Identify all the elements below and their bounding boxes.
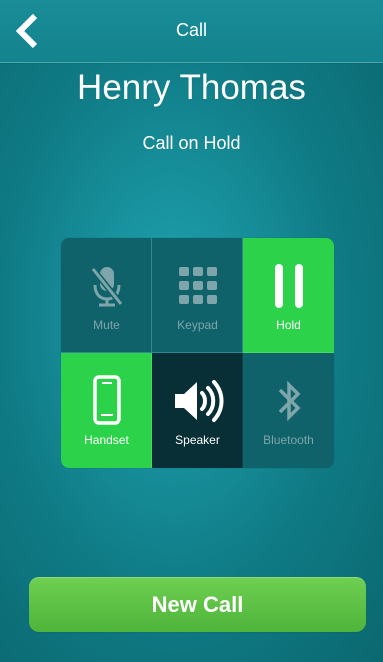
smartphone-icon bbox=[61, 375, 152, 425]
caller-name: Henry Thomas bbox=[77, 68, 306, 107]
pause-icon bbox=[243, 262, 334, 310]
keypad-label: Keypad bbox=[177, 318, 218, 332]
keypad-icon bbox=[152, 262, 243, 310]
call-status: Call on Hold bbox=[142, 133, 241, 153]
navigation-bar: Call bbox=[0, 0, 383, 63]
call-screen: Call Henry Thomas Call on Hold Mute Keyp… bbox=[0, 0, 383, 662]
hold-button[interactable]: Hold bbox=[243, 238, 334, 353]
bluetooth-icon bbox=[243, 377, 334, 425]
muted-microphone-icon bbox=[61, 262, 152, 310]
nav-title: Call bbox=[175, 20, 207, 40]
handset-button[interactable]: Handset bbox=[61, 353, 152, 468]
hold-label: Hold bbox=[276, 318, 301, 332]
new-call-button[interactable]: New Call bbox=[29, 577, 366, 632]
keypad-button[interactable]: Keypad bbox=[152, 238, 243, 353]
speaker-button[interactable]: Speaker bbox=[152, 353, 243, 468]
speaker-label: Speaker bbox=[175, 433, 220, 447]
speaker-icon bbox=[152, 377, 243, 425]
handset-label: Handset bbox=[84, 433, 129, 447]
bluetooth-button[interactable]: Bluetooth bbox=[243, 353, 334, 468]
mute-label: Mute bbox=[93, 318, 120, 332]
call-controls-grid: Mute Keypad Hold Handset Speaker Bluetoo… bbox=[61, 238, 334, 468]
mute-button[interactable]: Mute bbox=[61, 238, 152, 353]
bluetooth-label: Bluetooth bbox=[263, 433, 314, 447]
